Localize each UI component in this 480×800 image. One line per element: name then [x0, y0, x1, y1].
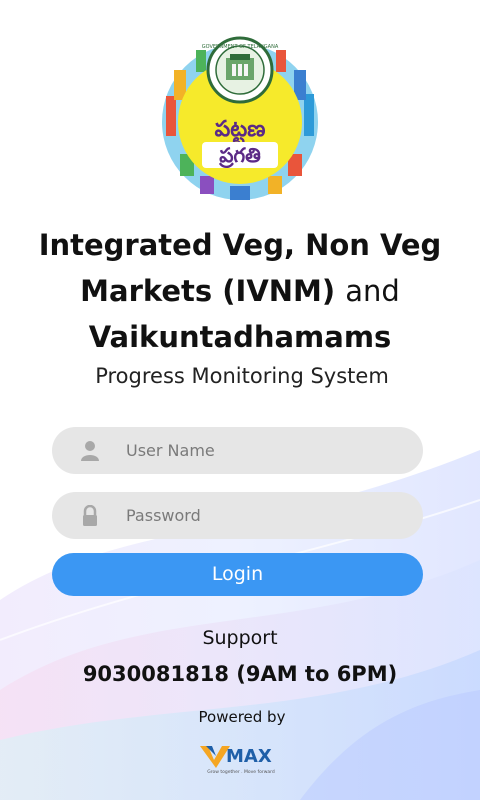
app-title-line3: Vaikuntadhamams: [88, 320, 392, 354]
logo-telugu-line2: ప్రగతి: [218, 143, 261, 169]
app-title-line1: Integrated Veg, Non Veg: [38, 228, 442, 262]
login-content: GOVERNMENT OF TELANGANA పట్టణ ప్రగతి Int…: [0, 0, 480, 800]
app-title-line2-bold: Markets (IVNM): [80, 274, 336, 308]
brand-tagline: Grow together . Move forward: [207, 769, 275, 775]
brand-name: MAX: [226, 746, 272, 767]
vmax-brand-logo: MAX Grow together . Move forward: [200, 746, 275, 775]
app-subtitle: Progress Monitoring System: [95, 364, 389, 388]
password-field[interactable]: [52, 492, 423, 539]
username-field[interactable]: [52, 427, 423, 474]
support-phone[interactable]: 9030081818 (9AM to 6PM): [0, 662, 480, 686]
svg-text:GOVERNMENT OF TELANGANA: GOVERNMENT OF TELANGANA: [202, 44, 279, 50]
login-screen: GOVERNMENT OF TELANGANA పట్టణ ప్రగతి Int…: [0, 0, 480, 800]
pattana-pragathi-logo: GOVERNMENT OF TELANGANA పట్టణ ప్రగతి: [162, 36, 318, 200]
support-label: Support: [202, 627, 278, 649]
logo-telugu-line1: పట్టణ: [215, 117, 266, 145]
login-button[interactable]: Login: [52, 553, 423, 596]
user-icon: [81, 440, 99, 461]
app-title-line2: Markets (IVNM) and: [0, 268, 480, 314]
powered-by-label: Powered by: [198, 708, 286, 726]
password-input[interactable]: [126, 506, 386, 525]
app-title-line2-plain: and: [345, 274, 400, 308]
lock-icon: [83, 504, 97, 526]
app-title: Integrated Veg, Non Veg Markets (IVNM) a…: [0, 222, 480, 360]
username-input[interactable]: [126, 441, 386, 460]
